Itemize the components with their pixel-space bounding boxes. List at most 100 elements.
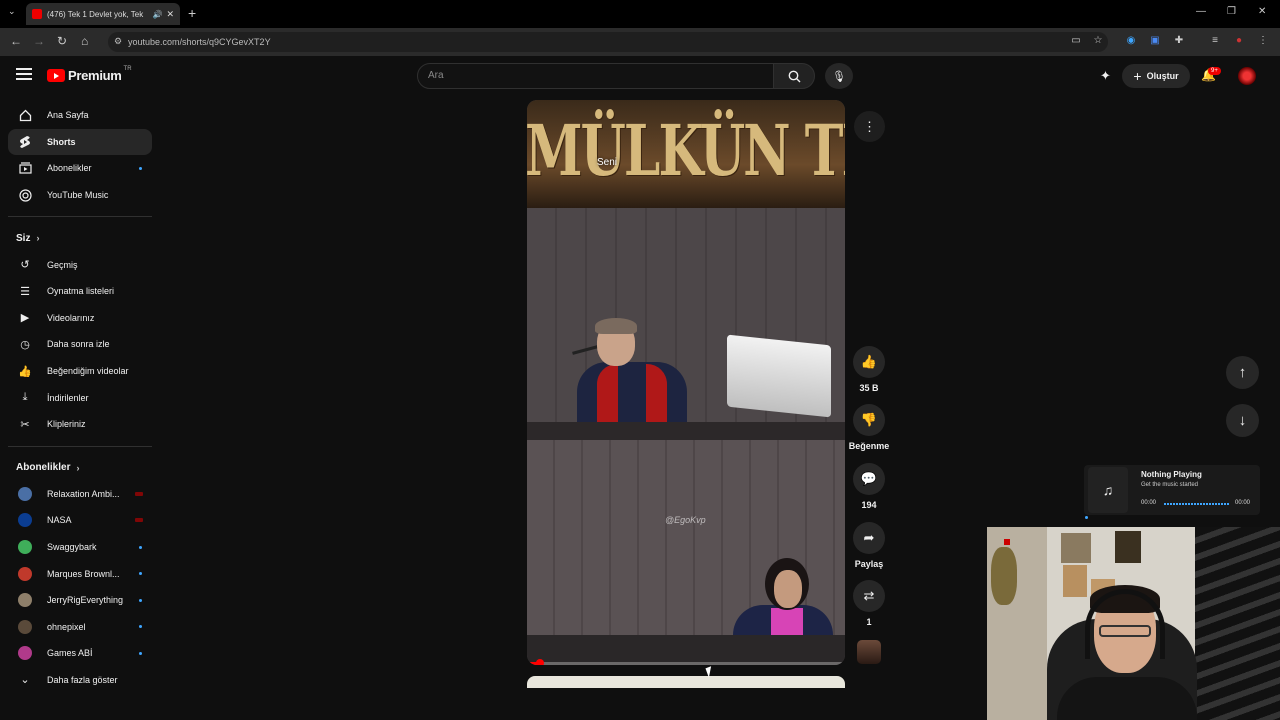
sidebar-item-your-videos[interactable]: ▶ Videolarınız [8,305,152,332]
video-sign-board: MÜLKÜN TEMEL [527,100,845,208]
like-action[interactable]: 👍 35 B [850,346,888,393]
liked-icon: 👍 [18,365,32,378]
playlists-icon: ☰ [20,285,30,298]
comments-button[interactable]: 💬 [853,463,885,495]
video-woman-face [774,570,802,608]
new-tab-button[interactable]: + [188,5,196,21]
sidebar-item-label: Oynatma listeleri [47,286,115,297]
shorts-video-player[interactable]: MÜLKÜN TEMEL Seni @EgoKvp [527,100,845,665]
sidebar-subscriptions-heading[interactable]: Abonelikler › [8,455,152,481]
sidebar-channel[interactable]: Relaxation Ambi... [8,481,152,508]
webcam-poster [1063,565,1087,597]
sidebar-item-label: Daha sonra izle [47,339,110,350]
more-options-button[interactable]: ⋮ [854,111,885,142]
extension-icon[interactable]: ◉ [1125,35,1137,47]
channel-name: Games ABİ [47,648,93,659]
close-tab-icon[interactable]: ✕ [166,9,174,20]
voice-search-button[interactable]: 🎙 [825,63,853,89]
sidebar-channel[interactable]: JerryRigEverything [8,587,152,614]
tab-search-icon[interactable]: ⌄ [8,6,16,17]
sidebar-channel[interactable]: NASA [8,507,152,534]
restore-button[interactable]: ❐ [1227,6,1236,17]
sidebar-channel[interactable]: Games ABİ [8,640,152,667]
sidebar-divider [8,445,152,447]
translate-extension-icon[interactable]: ▣ [1149,35,1161,47]
browser-menu-icon[interactable]: ⋮ [1257,35,1269,47]
ask-ai-icon[interactable]: ✦ [1100,68,1111,84]
home-page-icon[interactable]: ⌂ [81,34,88,48]
sidebar-item-shorts[interactable]: Shorts [8,128,152,156]
bookmark-star-icon[interactable]: ☆ [1092,35,1104,47]
clips-icon: ✂ [20,418,30,431]
sidebar-item-label: Geçmiş [47,259,78,270]
new-content-dot [139,545,142,549]
sidebar-you-heading[interactable]: Siz › [8,225,152,251]
sidebar-item-watch-later[interactable]: ◷ Daha sonra izle [8,331,152,358]
share-action[interactable]: ➦ Paylaş [850,522,888,569]
audio-playing-icon[interactable]: 🔊 [152,10,162,19]
show-more-label: Daha fazla göster [47,674,118,685]
media-control-icon[interactable]: ≡ [1209,35,1221,47]
sidebar-item-liked-videos[interactable]: 👍 Beğendiğim videolar [8,358,152,385]
share-button[interactable]: ➦ [853,522,885,554]
dislike-button[interactable]: 👎 [853,404,885,436]
channel-avatar [18,540,32,555]
extensions-puzzle-icon[interactable]: ✚ [1173,35,1185,47]
sidebar: Ana Sayfa Shorts Abonelikler YouTube Mus… [8,102,152,693]
account-avatar[interactable] [1238,67,1256,85]
site-info-icon[interactable]: ⚙ [114,36,122,47]
remix-button[interactable]: ⇄ [853,580,885,612]
back-icon[interactable]: ← [10,34,22,48]
sidebar-item-clips[interactable]: ✂ Klipleriniz [8,411,152,438]
profile-icon[interactable]: ● [1233,35,1245,47]
channel-name: Relaxation Ambi... [47,488,120,499]
url-field[interactable]: ⚙ youtube.com/shorts/q9CYGevXT2Y [108,32,1108,52]
youtube-favicon-icon [32,9,42,19]
sidebar-item-label: Shorts [47,136,76,147]
channel-avatar [18,513,32,528]
video-progress-knob[interactable] [535,659,544,665]
channel-name: JerryRigEverything [47,595,124,606]
search-button[interactable] [773,63,815,89]
you-heading-label: Siz [16,232,31,244]
sidebar-show-more[interactable]: ⌄ Daha fazla göster [8,667,152,694]
sidebar-item-downloads[interactable]: ⤓ İndirilenler [8,384,152,411]
sidebar-item-home[interactable]: Ana Sayfa [8,102,152,129]
remix-action[interactable]: ⇄ 1 [850,580,888,627]
your-videos-icon: ▶ [20,312,30,325]
logo-region: TR [123,65,132,72]
sidebar-item-subscriptions[interactable]: Abonelikler [8,155,152,182]
reload-icon[interactable]: ↻ [57,34,67,48]
next-short-button[interactable]: ↓ [1226,404,1259,437]
guide-menu-icon[interactable] [16,68,32,80]
music-icon [18,188,32,202]
sidebar-item-history[interactable]: ↺ Geçmiş [8,251,152,278]
channel-name: ohnepixel [47,621,86,632]
sidebar-channel[interactable]: Marques Brownl... [8,560,152,587]
history-icon: ↺ [20,259,30,272]
install-app-icon[interactable]: ▭ [1070,35,1082,47]
sidebar-item-youtube-music[interactable]: YouTube Music [8,182,152,209]
search-input[interactable]: Ara [417,63,774,89]
minimize-button[interactable]: — [1196,6,1206,17]
dislike-action[interactable]: 👎 Beğenme [849,404,889,451]
sound-thumbnail[interactable] [857,640,881,664]
previous-short-button[interactable]: ↑ [1226,356,1259,389]
new-content-dot [139,572,142,576]
video-watermark: @EgoKvp [665,515,706,525]
sidebar-divider [8,216,152,218]
youtube-premium-logo[interactable]: Premium TR [47,65,132,83]
forward-icon[interactable]: → [33,34,45,48]
create-button[interactable]: + Oluştur [1122,64,1190,88]
sidebar-channel[interactable]: Swaggybark [8,534,152,561]
sidebar-item-playlists[interactable]: ☰ Oynatma listeleri [8,278,152,305]
close-window-button[interactable]: ✕ [1258,6,1266,17]
comments-action[interactable]: 💬 194 [850,463,888,510]
webcam-poster [1115,531,1141,563]
browser-tab[interactable]: (476) Tek 1 Devlet yok, Tek 🔊 ✕ [26,3,180,25]
next-short-preview[interactable] [527,676,845,688]
video-progress-bar[interactable] [527,659,845,665]
sidebar-channel[interactable]: ohnepixel [8,614,152,641]
microphone-icon: 🎙 [832,70,846,83]
like-button[interactable]: 👍 [853,346,885,378]
